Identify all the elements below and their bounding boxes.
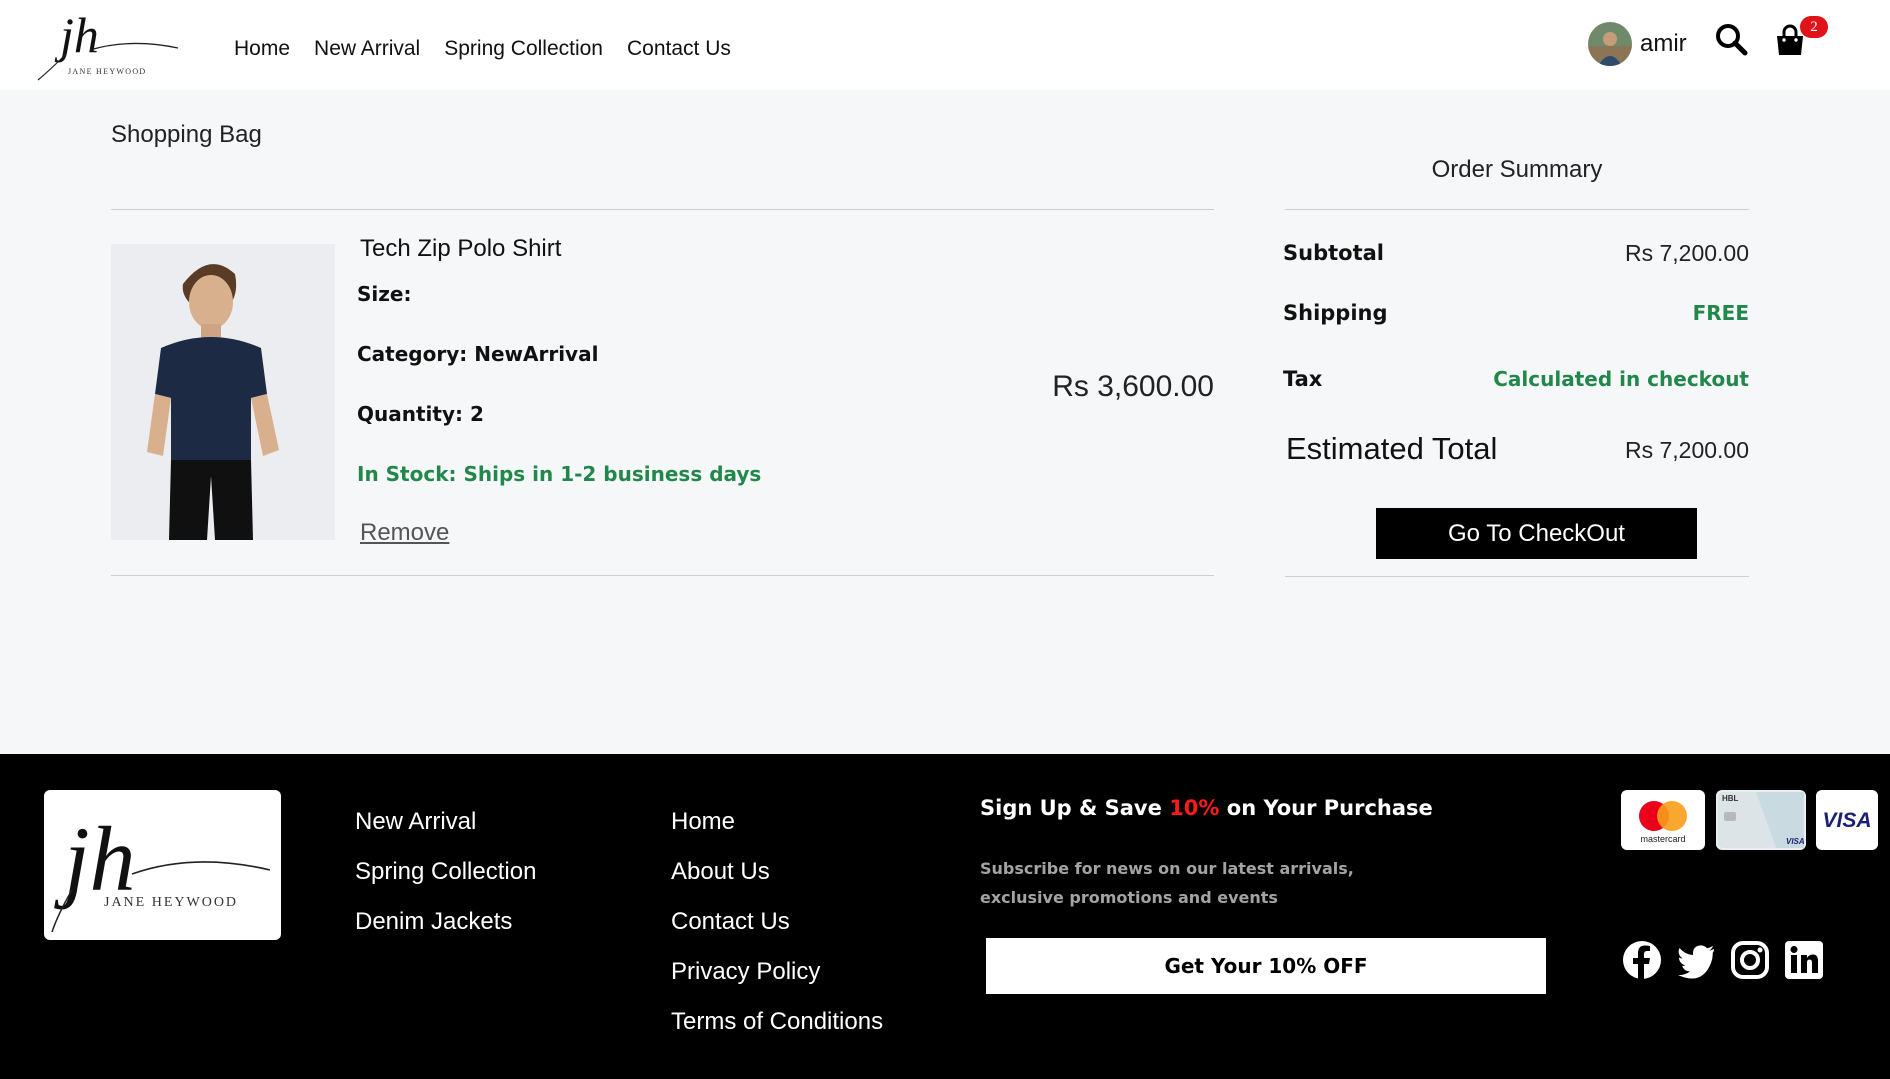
footer-link-contact-us[interactable]: Contact Us bbox=[671, 904, 883, 954]
signup-description: Subscribe for news on our latest arrival… bbox=[980, 859, 1354, 907]
footer-logo[interactable]: jh JANE HEYWOOD bbox=[44, 790, 281, 940]
svg-text:JANE HEYWOOD: JANE HEYWOOD bbox=[68, 67, 146, 76]
product-image[interactable] bbox=[111, 244, 335, 540]
nav-spring-collection[interactable]: Spring Collection bbox=[444, 37, 603, 61]
product-price: Rs 3,600.00 bbox=[1052, 370, 1214, 403]
nav-contact-us[interactable]: Contact Us bbox=[627, 37, 731, 61]
svg-text:JANE HEYWOOD: JANE HEYWOOD bbox=[104, 895, 238, 910]
brand-logo[interactable]: jh JANE HEYWOOD bbox=[30, 4, 186, 84]
footer-link-new-arrival[interactable]: New Arrival bbox=[355, 804, 536, 854]
site-header: jh JANE HEYWOOD Home New Arrival Spring … bbox=[0, 0, 1890, 90]
footer-link-spring-collection[interactable]: Spring Collection bbox=[355, 854, 536, 904]
remove-item-link[interactable]: Remove bbox=[360, 519, 449, 547]
footer-link-home[interactable]: Home bbox=[671, 804, 883, 854]
product-quantity: Quantity: 2 bbox=[357, 402, 484, 426]
estimated-total-value: Rs 7,200.00 bbox=[1624, 437, 1749, 463]
subtotal-value: Rs 7,200.00 bbox=[1624, 240, 1749, 266]
facebook-icon[interactable] bbox=[1622, 940, 1662, 980]
product-category: Category: NewArrival bbox=[357, 342, 599, 366]
signup-heading: Sign Up & Save 10% on Your Purchase bbox=[980, 796, 1433, 820]
footer-link-terms[interactable]: Terms of Conditions bbox=[671, 1004, 883, 1054]
get-discount-button[interactable]: Get Your 10% OFF bbox=[986, 938, 1546, 994]
checkout-button[interactable]: Go To CheckOut bbox=[1376, 508, 1697, 559]
product-name[interactable]: Tech Zip Polo Shirt bbox=[360, 235, 561, 263]
nav-new-arrival[interactable]: New Arrival bbox=[314, 37, 420, 61]
shipping-value: FREE bbox=[1692, 301, 1749, 325]
footer-link-about-us[interactable]: About Us bbox=[671, 854, 883, 904]
user-name[interactable]: amir bbox=[1640, 30, 1687, 58]
footer-info-links: Home About Us Contact Us Privacy Policy … bbox=[671, 804, 883, 1054]
avatar[interactable] bbox=[1588, 22, 1632, 66]
hbl-card-icon: HBL VISA bbox=[1716, 790, 1806, 850]
order-summary-title: Order Summary bbox=[1431, 156, 1603, 183]
user-menu[interactable]: amir bbox=[1588, 22, 1687, 66]
product-size: Size: bbox=[357, 282, 412, 306]
svg-text:jh: jh bbox=[54, 7, 99, 63]
linkedin-icon[interactable] bbox=[1784, 940, 1824, 980]
twitter-icon[interactable] bbox=[1676, 940, 1716, 980]
tax-value: Calculated in checkout bbox=[1493, 367, 1749, 391]
subtotal-label: Subtotal bbox=[1283, 241, 1384, 265]
site-footer: jh JANE HEYWOOD New Arrival Spring Colle… bbox=[0, 754, 1890, 1079]
page-title: Shopping Bag bbox=[111, 121, 262, 148]
cart-count-badge: 2 bbox=[1800, 16, 1828, 38]
main-nav: Home New Arrival Spring Collection Conta… bbox=[234, 37, 731, 61]
shipping-label: Shipping bbox=[1283, 301, 1388, 325]
footer-shop-links: New Arrival Spring Collection Denim Jack… bbox=[355, 804, 536, 954]
footer-link-denim-jackets[interactable]: Denim Jackets bbox=[355, 904, 536, 954]
svg-text:VISA: VISA bbox=[1822, 809, 1871, 832]
svg-text:VISA: VISA bbox=[1786, 837, 1805, 846]
divider bbox=[1285, 209, 1749, 210]
divider bbox=[111, 209, 1214, 210]
visa-icon: VISA bbox=[1816, 790, 1878, 850]
estimated-total-label: Estimated Total bbox=[1286, 431, 1498, 466]
mastercard-icon: mastercard bbox=[1621, 790, 1705, 850]
divider bbox=[1285, 576, 1749, 577]
tax-label: Tax bbox=[1283, 367, 1323, 391]
footer-link-privacy-policy[interactable]: Privacy Policy bbox=[671, 954, 883, 1004]
search-icon[interactable] bbox=[1714, 22, 1748, 56]
instagram-icon[interactable] bbox=[1730, 940, 1770, 980]
svg-text:HBL: HBL bbox=[1722, 794, 1739, 803]
divider bbox=[111, 575, 1214, 576]
nav-home[interactable]: Home bbox=[234, 37, 290, 61]
stock-status: In Stock: Ships in 1-2 business days bbox=[357, 462, 762, 486]
svg-text:mastercard: mastercard bbox=[1640, 834, 1685, 844]
